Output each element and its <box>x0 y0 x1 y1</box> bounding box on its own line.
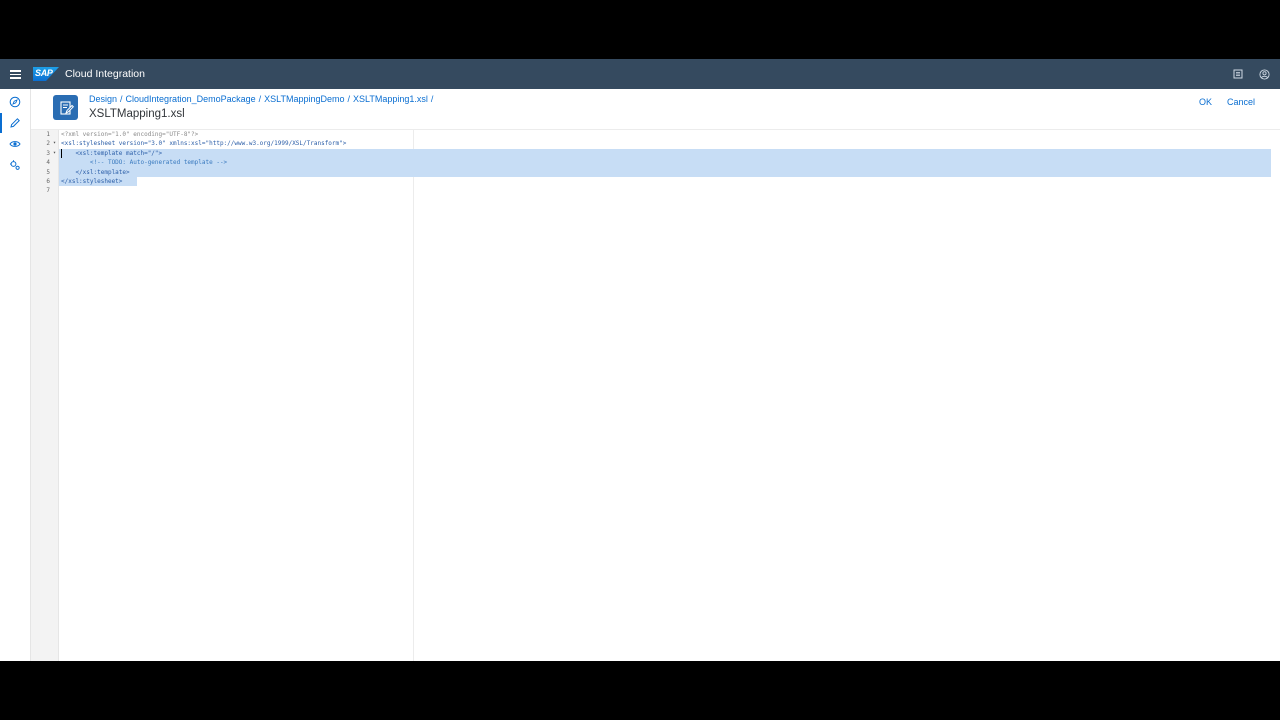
fold-toggle-icon[interactable]: ▾ <box>53 139 56 148</box>
side-navigation <box>0 89 31 661</box>
breadcrumb-link-design[interactable]: Design <box>89 94 117 104</box>
gutter-row: 3 ▾ <box>46 149 56 158</box>
monitor-eye-icon[interactable] <box>7 136 23 152</box>
page-title: XSLTMapping1.xsl <box>89 108 185 120</box>
code-line[interactable]: <?xml version="1.0" encoding="UTF-8"?> <box>61 130 198 139</box>
breadcrumb-link-iflow[interactable]: XSLTMappingDemo <box>264 94 344 104</box>
gutter-row: 5 <box>46 168 50 176</box>
code-line[interactable]: <!-- TODO: Auto-generated template --> <box>61 158 227 167</box>
gutter-row: 4 <box>46 159 50 167</box>
breadcrumb-separator: / <box>258 94 262 104</box>
breadcrumb-link-file[interactable]: XSLTMapping1.xsl <box>353 94 428 104</box>
code-line[interactable]: <xsl:stylesheet version="3.0" xmlns:xsl=… <box>61 139 346 148</box>
gutter-row: 6 <box>46 178 50 185</box>
code-editor[interactable]: 1 2 ▾ 3 ▾ 4 5 6 7 <?xml version="1.0" enco… <box>31 129 1280 661</box>
menu-hamburger-icon[interactable] <box>10 69 22 79</box>
gutter-row: 1 <box>46 131 50 138</box>
gutter-row: 7 <box>46 187 50 195</box>
code-text-area[interactable]: <?xml version="1.0" encoding="UTF-8"?> <… <box>59 130 1280 661</box>
breadcrumb-separator: / <box>430 94 434 104</box>
breadcrumb-separator: / <box>347 94 351 104</box>
cancel-button[interactable]: Cancel <box>1227 97 1255 107</box>
discover-icon[interactable] <box>7 94 23 110</box>
breadcrumb-separator: / <box>120 94 123 104</box>
sap-logo-text: SAP <box>35 68 53 78</box>
text-selection <box>59 148 1271 177</box>
settings-icon[interactable] <box>7 157 23 173</box>
shell-bar: SAP Cloud Integration <box>0 59 1280 89</box>
gutter-row: 2 ▾ <box>46 139 56 148</box>
breadcrumb-link-package[interactable]: CloudIntegration_DemoPackage <box>126 94 256 104</box>
line-number-gutter: 1 2 ▾ 3 ▾ 4 5 6 7 <box>31 130 59 661</box>
design-pencil-icon[interactable] <box>0 113 23 133</box>
script-file-icon <box>53 95 78 120</box>
fold-toggle-icon[interactable]: ▾ <box>53 149 56 158</box>
feedback-icon[interactable] <box>1232 68 1244 80</box>
app-window: SAP Cloud Integration Design / CloudInte… <box>0 59 1280 661</box>
sap-logo[interactable]: SAP <box>33 67 59 81</box>
print-margin <box>413 130 414 661</box>
user-profile-icon[interactable] <box>1258 68 1270 80</box>
product-title: Cloud Integration <box>65 68 145 80</box>
code-line[interactable]: <xsl:template match="/"> <box>61 149 162 158</box>
code-line[interactable]: </xsl:template> <box>61 168 129 177</box>
ok-button[interactable]: OK <box>1199 97 1212 107</box>
breadcrumb: Design / CloudIntegration_DemoPackage / XSLT… <box>89 94 436 104</box>
object-header: Design / CloudIntegration_DemoPackage / XSLT… <box>31 89 1280 129</box>
code-line[interactable]: </xsl:stylesheet> <box>61 177 122 186</box>
